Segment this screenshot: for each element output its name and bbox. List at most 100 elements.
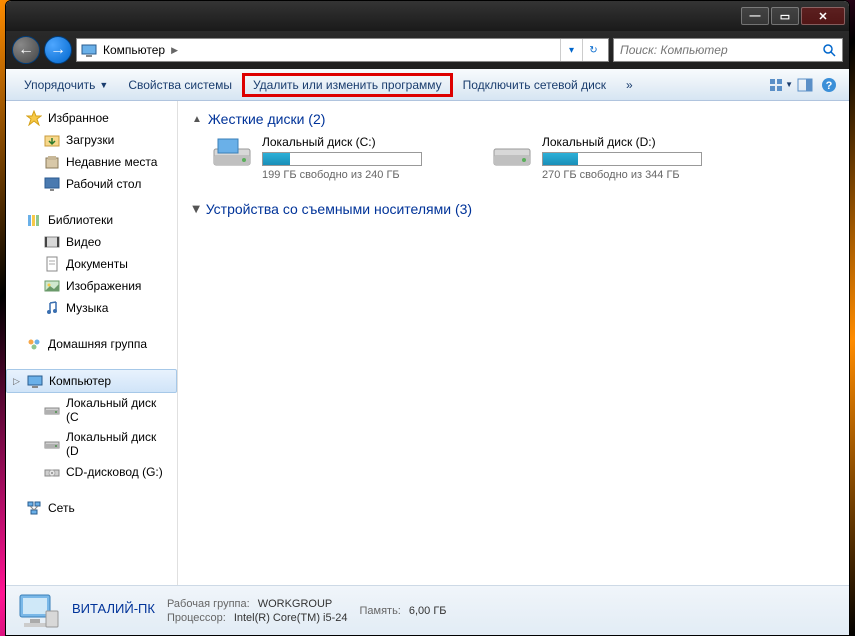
drive-usage-bar	[262, 152, 422, 166]
sidebar-item-label: Недавние места	[66, 155, 157, 169]
drive-free-text: 199 ГБ свободно из 240 ГБ	[262, 169, 452, 181]
network-header[interactable]: Сеть	[6, 497, 177, 519]
command-toolbar: Упорядочить▼ Свойства системы Удалить ил…	[6, 69, 849, 101]
libraries-header[interactable]: Библиотеки	[6, 209, 177, 231]
video-icon	[44, 234, 60, 250]
back-button[interactable]: ←	[12, 36, 40, 64]
favorites-group: Избранное Загрузки Недавние места Рабочи…	[6, 107, 177, 195]
drive-usage-bar	[542, 152, 702, 166]
drive-name: Локальный диск (D:)	[542, 135, 732, 149]
address-dropdown-button[interactable]: ▾	[560, 39, 582, 61]
sidebar-item-desktop[interactable]: Рабочий стол	[6, 173, 177, 195]
sidebar-item-cd-drive[interactable]: CD-дисковод (G:)	[6, 461, 177, 483]
expand-icon[interactable]: ▷	[13, 376, 20, 387]
sidebar-item-drive-c[interactable]: Локальный диск (C	[6, 393, 177, 427]
refresh-button[interactable]: ↻	[582, 39, 604, 61]
nav-bar: ← → Компьютер ▶ ▾ ↻	[6, 31, 849, 69]
sidebar-item-music[interactable]: Музыка	[6, 297, 177, 319]
navigation-pane: Избранное Загрузки Недавние места Рабочи…	[6, 101, 178, 585]
close-button[interactable]: ✕	[801, 7, 845, 25]
music-icon	[44, 300, 60, 316]
network-label: Сеть	[48, 501, 75, 515]
sidebar-item-label: Рабочий стол	[66, 177, 141, 191]
sidebar-item-documents[interactable]: Документы	[6, 253, 177, 275]
libraries-group: Библиотеки Видео Документы Изображения М…	[6, 209, 177, 319]
homegroup-icon	[26, 336, 42, 352]
hdd-section-header[interactable]: ▲ Жесткие диски (2)	[192, 111, 835, 127]
minimize-button[interactable]: —	[741, 7, 769, 25]
computer-large-icon	[16, 591, 60, 631]
breadcrumb-sep-icon[interactable]: ▶	[171, 45, 178, 56]
drives-list: Локальный диск (C:) 199 ГБ свободно из 2…	[212, 135, 835, 181]
drive-item-c[interactable]: Локальный диск (C:) 199 ГБ свободно из 2…	[212, 135, 452, 181]
libraries-label: Библиотеки	[48, 213, 113, 227]
sidebar-item-drive-d[interactable]: Локальный диск (D	[6, 427, 177, 461]
drive-large-icon	[212, 135, 252, 171]
help-button[interactable]: ?	[817, 73, 841, 97]
sidebar-item-recent[interactable]: Недавние места	[6, 151, 177, 173]
homegroup-header[interactable]: Домашняя группа	[6, 333, 177, 355]
sidebar-item-label: CD-дисковод (G:)	[66, 465, 163, 479]
sidebar-item-label: Локальный диск (C	[66, 396, 169, 424]
star-icon	[26, 110, 42, 126]
forward-button[interactable]: →	[44, 36, 72, 64]
svg-text:?: ?	[826, 80, 833, 92]
network-icon	[26, 500, 42, 516]
homegroup-group: Домашняя группа	[6, 333, 177, 355]
memory-value: 6,00 ГБ	[409, 605, 447, 617]
sidebar-item-pictures[interactable]: Изображения	[6, 275, 177, 297]
sidebar-item-videos[interactable]: Видео	[6, 231, 177, 253]
toolbar-overflow-button[interactable]: »	[616, 74, 643, 96]
search-box[interactable]	[613, 38, 843, 62]
search-icon[interactable]	[822, 43, 836, 57]
computer-icon	[81, 42, 97, 58]
image-icon	[44, 278, 60, 294]
drive-icon	[44, 436, 60, 452]
recent-icon	[44, 154, 60, 170]
organize-button[interactable]: Упорядочить▼	[14, 74, 118, 96]
drive-large-icon	[492, 135, 532, 171]
memory-label: Память:	[360, 605, 401, 617]
map-network-drive-button[interactable]: Подключить сетевой диск	[453, 74, 616, 96]
breadcrumb-computer[interactable]: Компьютер	[103, 43, 165, 57]
drive-item-d[interactable]: Локальный диск (D:) 270 ГБ свободно из 3…	[492, 135, 732, 181]
cpu-label: Процессор:	[167, 612, 226, 624]
address-bar[interactable]: Компьютер ▶ ▾ ↻	[76, 38, 609, 62]
folder-down-icon	[44, 132, 60, 148]
sidebar-item-downloads[interactable]: Загрузки	[6, 129, 177, 151]
drive-free-text: 270 ГБ свободно из 344 ГБ	[542, 169, 732, 181]
chevron-down-icon: ▼	[99, 80, 108, 90]
main-content: ▲ Жесткие диски (2) Локальный диск (C:) …	[178, 101, 849, 585]
maximize-button[interactable]: ▭	[771, 7, 799, 25]
libraries-icon	[26, 212, 42, 228]
computer-icon	[27, 373, 43, 389]
cd-icon	[44, 464, 60, 480]
drive-name: Локальный диск (C:)	[262, 135, 452, 149]
workgroup-value: WORKGROUP	[258, 598, 333, 610]
workgroup-label: Рабочая группа:	[167, 598, 250, 610]
cpu-value: Intel(R) Core(TM) i5-24	[234, 612, 348, 624]
system-properties-button[interactable]: Свойства системы	[118, 74, 242, 96]
search-input[interactable]	[620, 43, 822, 57]
sidebar-item-label: Загрузки	[66, 133, 114, 147]
uninstall-program-button[interactable]: Удалить или изменить программу	[242, 73, 453, 97]
collapse-icon: ▲	[192, 114, 202, 125]
details-computer-name: ВИТАЛИЙ-ПК	[72, 601, 155, 616]
computer-group: ▷ Компьютер Локальный диск (C Локальный …	[6, 369, 177, 483]
network-group: Сеть	[6, 497, 177, 519]
computer-label: Компьютер	[49, 374, 111, 388]
removable-section-label: Устройства со съемными носителями (3)	[206, 201, 472, 217]
titlebar: — ▭ ✕	[6, 1, 849, 31]
favorites-header[interactable]: Избранное	[6, 107, 177, 129]
sidebar-item-label: Изображения	[66, 279, 141, 293]
removable-section-header[interactable]: ▶ Устройства со съемными носителями (3)	[192, 201, 835, 217]
explorer-window: — ▭ ✕ ← → Компьютер ▶ ▾ ↻ Упорядочить▼ С…	[5, 0, 850, 636]
desktop-icon	[44, 176, 60, 192]
view-options-button[interactable]: ▼	[769, 73, 793, 97]
preview-pane-button[interactable]	[793, 73, 817, 97]
sidebar-item-label: Документы	[66, 257, 128, 271]
computer-header[interactable]: ▷ Компьютер	[6, 369, 177, 393]
homegroup-label: Домашняя группа	[48, 337, 147, 351]
document-icon	[44, 256, 60, 272]
favorites-label: Избранное	[48, 111, 109, 125]
